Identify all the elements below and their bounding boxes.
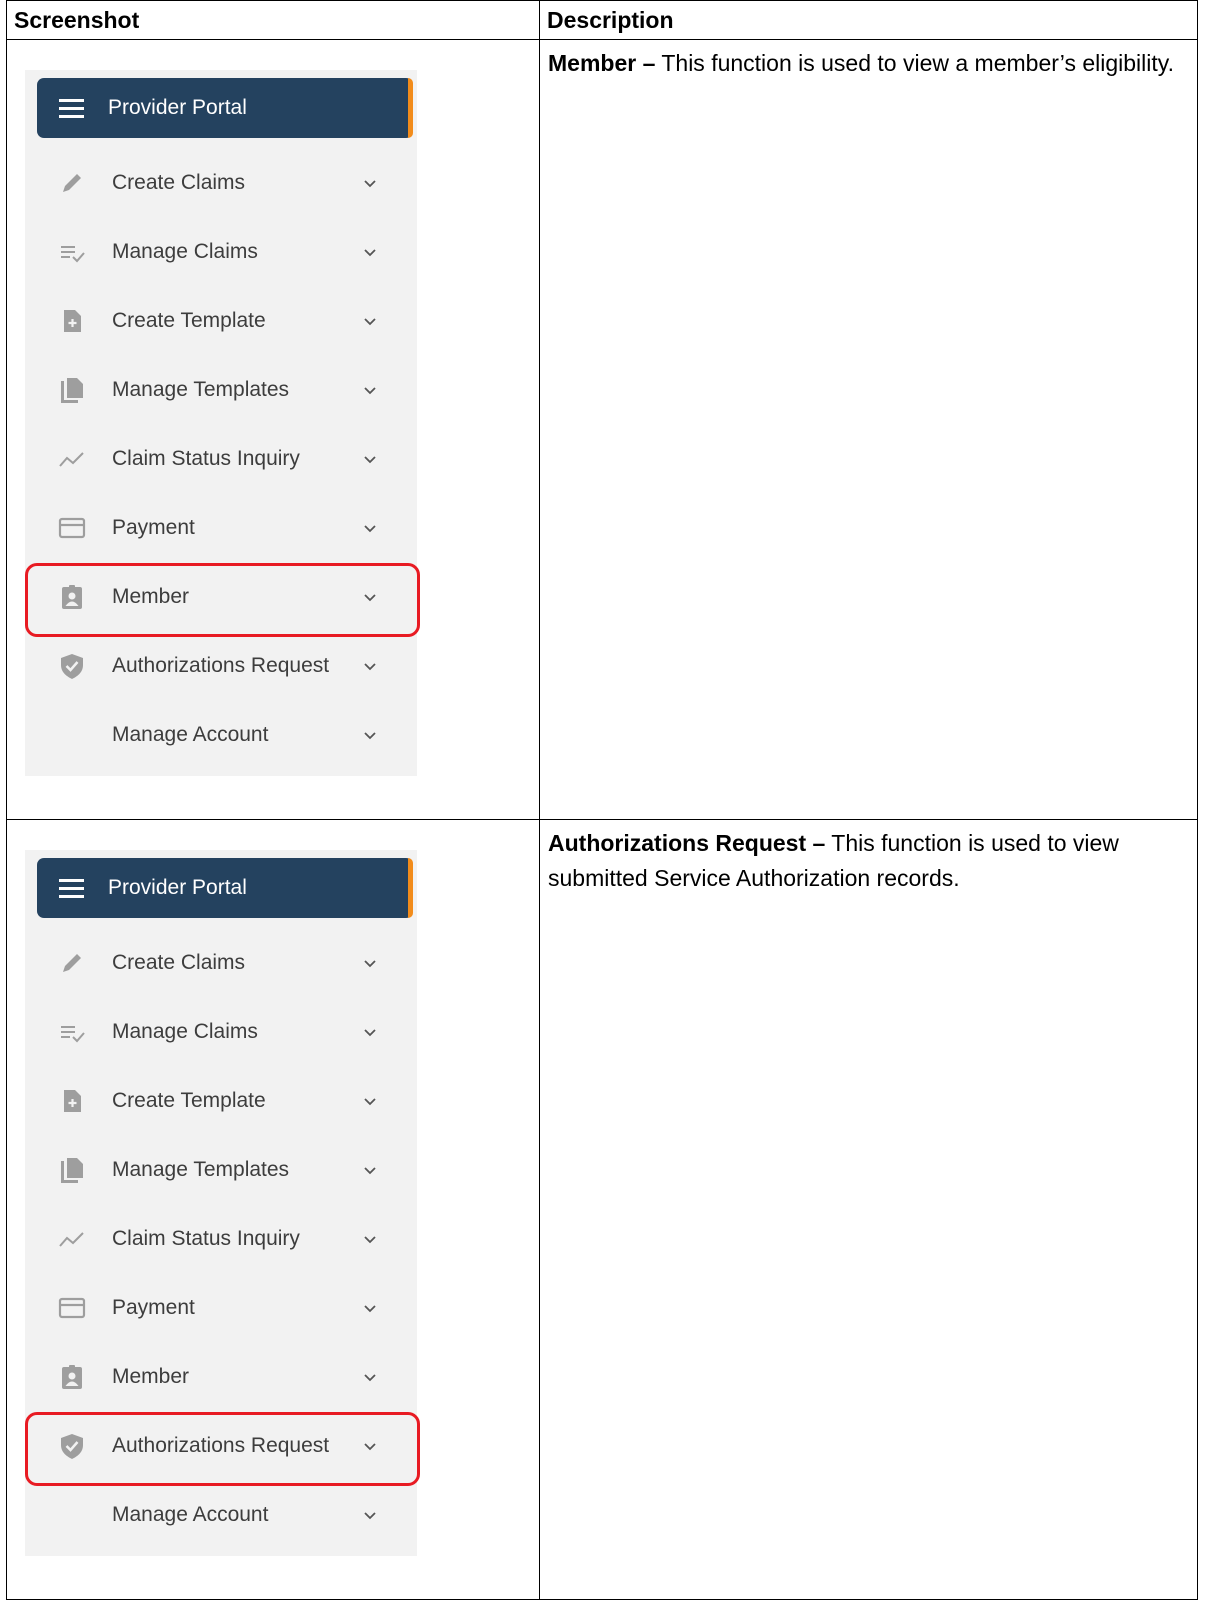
shield-check-icon: [58, 652, 86, 680]
nav-item-manage-templates[interactable]: Manage Templates: [25, 355, 417, 424]
nav-item-claim-status-inquiry[interactable]: Claim Status Inquiry: [25, 424, 417, 493]
provider-portal-header[interactable]: Provider Portal: [37, 858, 413, 918]
nav-item-label: Manage Claims: [112, 1019, 258, 1043]
nav-item-create-claims[interactable]: Create Claims: [25, 928, 417, 997]
nav-item-create-template[interactable]: Create Template: [25, 1066, 417, 1135]
portal-title: Provider Portal: [108, 876, 247, 899]
list-check-icon: [58, 1018, 86, 1046]
nav-item-label: Create Claims: [112, 950, 246, 974]
nav-item-manage-account[interactable]: Manage Account: [25, 1480, 417, 1549]
nav-item-label: Claim Status Inquiry: [112, 446, 300, 470]
chevron-down-icon[interactable]: [363, 1301, 377, 1315]
file-add-icon: [58, 1087, 86, 1115]
nav-item-manage-claims[interactable]: Manage Claims: [25, 217, 417, 286]
nav-item-payment[interactable]: Payment: [25, 493, 417, 562]
files-icon: [58, 376, 86, 404]
nav-item-label: Manage Templates: [112, 377, 290, 401]
chevron-down-icon[interactable]: [363, 452, 377, 466]
chevron-down-icon[interactable]: [363, 1025, 377, 1039]
nav-item-authorizations-request[interactable]: Authorizations Request: [25, 631, 417, 700]
document-table: Screenshot Description Provider Portal Cr…: [6, 0, 1198, 1600]
screenshot-cell: Provider Portal Create Claims Manage Claim…: [6, 819, 540, 1600]
chevron-down-icon[interactable]: [363, 1508, 377, 1522]
provider-portal-sidebar: Provider Portal Create Claims Manage Claim…: [25, 850, 420, 1556]
chevron-down-icon[interactable]: [363, 383, 377, 397]
chevron-down-icon[interactable]: [363, 245, 377, 259]
provider-portal-sidebar: Provider Portal Create Claims Manage Claim…: [25, 70, 420, 776]
nav-item-label: Manage Account: [112, 722, 269, 746]
column-header-screenshot: Screenshot: [6, 0, 540, 40]
chevron-down-icon[interactable]: [363, 521, 377, 535]
screenshot-cell: Provider Portal Create Claims Manage Claim…: [6, 39, 540, 820]
description-cell: Authorizations Request – This function i…: [539, 819, 1198, 1600]
hamburger-menu-icon[interactable]: [59, 879, 84, 898]
chevron-down-icon[interactable]: [363, 728, 377, 742]
chevron-down-icon[interactable]: [363, 956, 377, 970]
trend-icon: [58, 1225, 86, 1253]
chevron-down-icon[interactable]: [363, 1232, 377, 1246]
chevron-down-icon[interactable]: [363, 1163, 377, 1177]
column-header-description: Description: [539, 0, 1198, 40]
portal-title: Provider Portal: [108, 96, 247, 119]
description-text: This function is used to view a member’s…: [655, 50, 1174, 76]
table-row: Provider Portal Create Claims Manage Claim…: [6, 819, 1198, 1600]
chevron-down-icon[interactable]: [363, 314, 377, 328]
chevron-down-icon[interactable]: [363, 1370, 377, 1384]
card-icon: [58, 1294, 86, 1322]
nav-item-label: Member: [112, 1364, 190, 1388]
nav-item-label: Manage Templates: [112, 1157, 290, 1181]
trend-icon: [58, 445, 86, 473]
nav-item-label: Create Template: [112, 1088, 266, 1112]
chevron-down-icon[interactable]: [363, 1094, 377, 1108]
files-icon: [58, 1156, 86, 1184]
nav-item-member[interactable]: Member: [25, 1342, 417, 1411]
nav-item-label: Claim Status Inquiry: [112, 1226, 300, 1250]
nav-item-label: Payment: [112, 1295, 195, 1319]
pencil-icon: [58, 169, 86, 197]
provider-portal-header[interactable]: Provider Portal: [37, 78, 413, 138]
highlight-box: [25, 1412, 420, 1486]
description-cell: Member – This function is used to view a…: [539, 39, 1198, 820]
nav-item-manage-claims[interactable]: Manage Claims: [25, 997, 417, 1066]
nav-item-label: Create Claims: [112, 170, 246, 194]
nav-item-payment[interactable]: Payment: [25, 1273, 417, 1342]
nav-item-label: Authorizations Request: [112, 653, 330, 677]
table-row: Provider Portal Create Claims Manage Claim…: [6, 39, 1198, 820]
card-icon: [58, 514, 86, 542]
file-add-icon: [58, 307, 86, 335]
header-accent-bar: [408, 858, 413, 918]
hamburger-menu-icon[interactable]: [59, 99, 84, 118]
nav-item-label: Create Template: [112, 308, 266, 332]
pencil-icon: [58, 949, 86, 977]
list-check-icon: [58, 238, 86, 266]
chevron-down-icon[interactable]: [363, 659, 377, 673]
highlight-box: [25, 563, 420, 637]
nav-item-manage-account[interactable]: Manage Account: [25, 700, 417, 769]
nav-item-label: Manage Account: [112, 1502, 269, 1526]
nav-item-claim-status-inquiry[interactable]: Claim Status Inquiry: [25, 1204, 417, 1273]
chevron-down-icon[interactable]: [363, 176, 377, 190]
description-title: Authorizations Request –: [548, 830, 826, 856]
description-title: Member –: [548, 50, 656, 76]
nav-item-label: Payment: [112, 515, 195, 539]
header-accent-bar: [408, 78, 413, 138]
nav-item-create-claims[interactable]: Create Claims: [25, 148, 417, 217]
nav-item-manage-templates[interactable]: Manage Templates: [25, 1135, 417, 1204]
badge-icon: [58, 1363, 86, 1391]
nav-item-create-template[interactable]: Create Template: [25, 286, 417, 355]
nav-item-label: Manage Claims: [112, 239, 258, 263]
